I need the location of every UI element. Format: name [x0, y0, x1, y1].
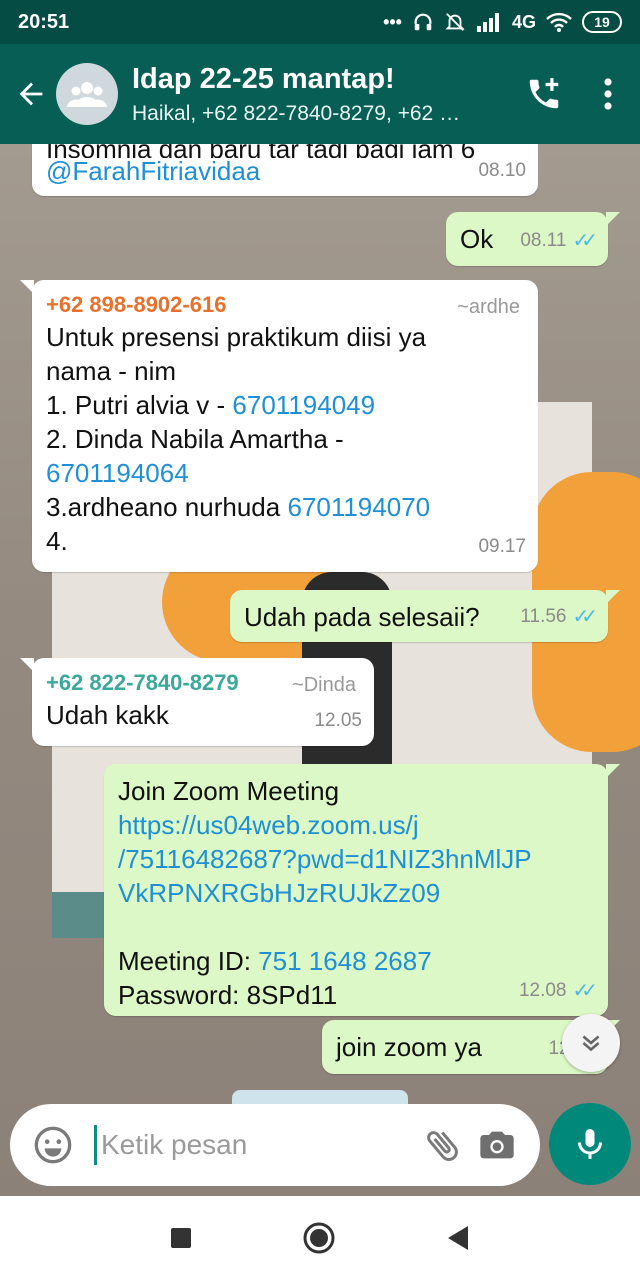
message-time: 12.08 — [518, 980, 567, 1001]
message-incoming[interactable]: +62 822-7840-8279 ~Dinda Udah kakk 12.05 — [20, 658, 374, 746]
camera-button[interactable] — [470, 1118, 524, 1172]
message-input-bar: Ketik pesan — [10, 1104, 540, 1186]
sender-alias: ~Dinda — [292, 674, 356, 696]
chat-participants: Haikal, +62 822-7840-8279, +62 … — [132, 101, 461, 125]
arrow-left-icon — [19, 82, 43, 106]
zoom-link[interactable]: VkRPNXRGbHJzRUJkZz09 — [118, 876, 594, 910]
microphone-icon — [578, 1129, 602, 1159]
message-time: 08.10 — [478, 160, 526, 181]
back-button[interactable] — [6, 44, 56, 144]
home-circle-icon[interactable] — [302, 1221, 336, 1255]
message-outgoing[interactable]: Ok 08.11 ✓✓ — [446, 212, 620, 266]
message-time: 11.56 — [520, 606, 567, 627]
chat-title-block[interactable]: Idap 22-25 mantap! Haikal, +62 822-7840-… — [132, 63, 512, 126]
voice-message-button[interactable] — [549, 1103, 631, 1185]
message-incoming[interactable]: Insomnia dan baru tar tadi pagi jam 6 @F… — [32, 144, 538, 196]
date-chip — [232, 1090, 408, 1104]
network-type: 4G — [511, 11, 536, 32]
battery-icon: 19 — [582, 11, 622, 33]
read-ticks-icon: ✓✓ — [572, 230, 597, 252]
message-meta: 12.08 ✓✓ — [518, 974, 598, 1008]
message-line: 2. Dinda Nabila Amartha - — [46, 424, 344, 454]
phone-link[interactable]: 6701194064 — [46, 456, 524, 490]
notification-dots-icon: ••• — [383, 11, 402, 32]
message-meta: 08.11 ✓✓ — [520, 224, 597, 258]
message-line: Join Zoom Meeting — [118, 776, 340, 806]
group-avatar-icon — [67, 82, 107, 107]
double-chevron-down-icon — [582, 1035, 600, 1052]
chat-area[interactable]: Insomnia dan baru tar tadi pagi jam 6 @F… — [0, 144, 640, 1196]
message-meta: 08.10 — [478, 154, 526, 188]
wifi-icon — [546, 12, 572, 32]
message-time: 12.05 — [314, 710, 362, 731]
message-time: 08.11 — [520, 230, 567, 251]
message-meta: 11.56 ✓✓ — [520, 600, 597, 634]
message-text: Udah kakk — [46, 700, 169, 730]
message-meta: 09.17 — [478, 530, 526, 564]
message-meta: 12.05 — [314, 704, 362, 738]
message-input[interactable]: Ketik pesan — [94, 1125, 416, 1165]
mute-bell-icon — [445, 13, 465, 31]
status-bar: 20:51 ••• 4G 19 — [0, 0, 640, 44]
sender-alias: ~ardhe — [457, 296, 520, 318]
mention-link[interactable]: @FarahFitriavidaa — [46, 154, 524, 188]
message-text: Ok — [460, 224, 494, 254]
read-ticks-icon: ✓✓ — [572, 606, 597, 628]
zoom-link[interactable]: /75116482687?pwd=d1NIZ3hnMlJP — [118, 842, 594, 876]
list-entry: 1. Putri alvia v - — [46, 390, 233, 420]
back-triangle-icon[interactable] — [446, 1225, 470, 1251]
message-sender[interactable]: +62 898-8902-616 — [46, 290, 524, 320]
list-entry: 3.ardheano nurhuda — [46, 492, 288, 522]
camera-icon — [480, 1131, 514, 1159]
more-vert-icon — [604, 78, 612, 110]
message-outgoing[interactable]: Join Zoom Meeting https://us04web.zoom.u… — [104, 764, 620, 1016]
message-outgoing[interactable]: Udah pada selesaii? 11.56 ✓✓ — [230, 590, 620, 642]
read-ticks-icon: ✓✓ — [572, 980, 597, 1002]
phone-link[interactable]: 6701194049 — [232, 390, 375, 420]
message-time: 09.17 — [478, 536, 526, 557]
attach-button[interactable] — [416, 1118, 470, 1172]
zoom-link[interactable]: https://us04web.zoom.us/j — [118, 808, 594, 842]
chat-title: Idap 22-25 mantap! — [132, 62, 395, 95]
message-line: nama - nim — [46, 356, 177, 386]
add-call-button[interactable] — [512, 44, 576, 144]
message-line: 1. Putri alvia v - 6701194049 — [46, 388, 524, 422]
group-avatar[interactable] — [56, 63, 118, 125]
status-icons: ••• 4G 19 — [383, 11, 622, 33]
message-line: 4. — [46, 526, 68, 556]
message-incoming[interactable]: +62 898-8902-616 ~ardhe Untuk presensi p… — [20, 280, 538, 572]
emoji-button[interactable] — [26, 1118, 80, 1172]
paperclip-icon — [427, 1131, 458, 1162]
recents-square-icon[interactable] — [170, 1227, 192, 1249]
emoji-icon — [34, 1126, 72, 1164]
scroll-to-bottom-button[interactable] — [562, 1014, 620, 1072]
chat-header: Idap 22-25 mantap! Haikal, +62 822-7840-… — [0, 44, 640, 144]
message-text: Udah pada selesaii? — [244, 602, 480, 632]
message-text: join zoom ya — [336, 1032, 482, 1062]
headphones-icon — [414, 13, 432, 31]
signal-icon — [476, 13, 499, 32]
meeting-id-link[interactable]: 751 1648 2687 — [258, 946, 432, 976]
meeting-id-label: Meeting ID: — [118, 946, 259, 976]
status-time: 20:51 — [18, 10, 70, 33]
system-nav-bar — [0, 1196, 640, 1280]
message-line: Meeting ID: 751 1648 2687 — [118, 944, 594, 978]
message-line: 3.ardheano nurhuda 6701194070 — [46, 490, 524, 524]
phone-link[interactable]: 6701194070 — [287, 492, 430, 522]
more-options-button[interactable] — [576, 44, 640, 144]
add-call-icon — [529, 78, 559, 109]
message-line: Untuk presensi praktikum diisi ya — [46, 322, 427, 352]
